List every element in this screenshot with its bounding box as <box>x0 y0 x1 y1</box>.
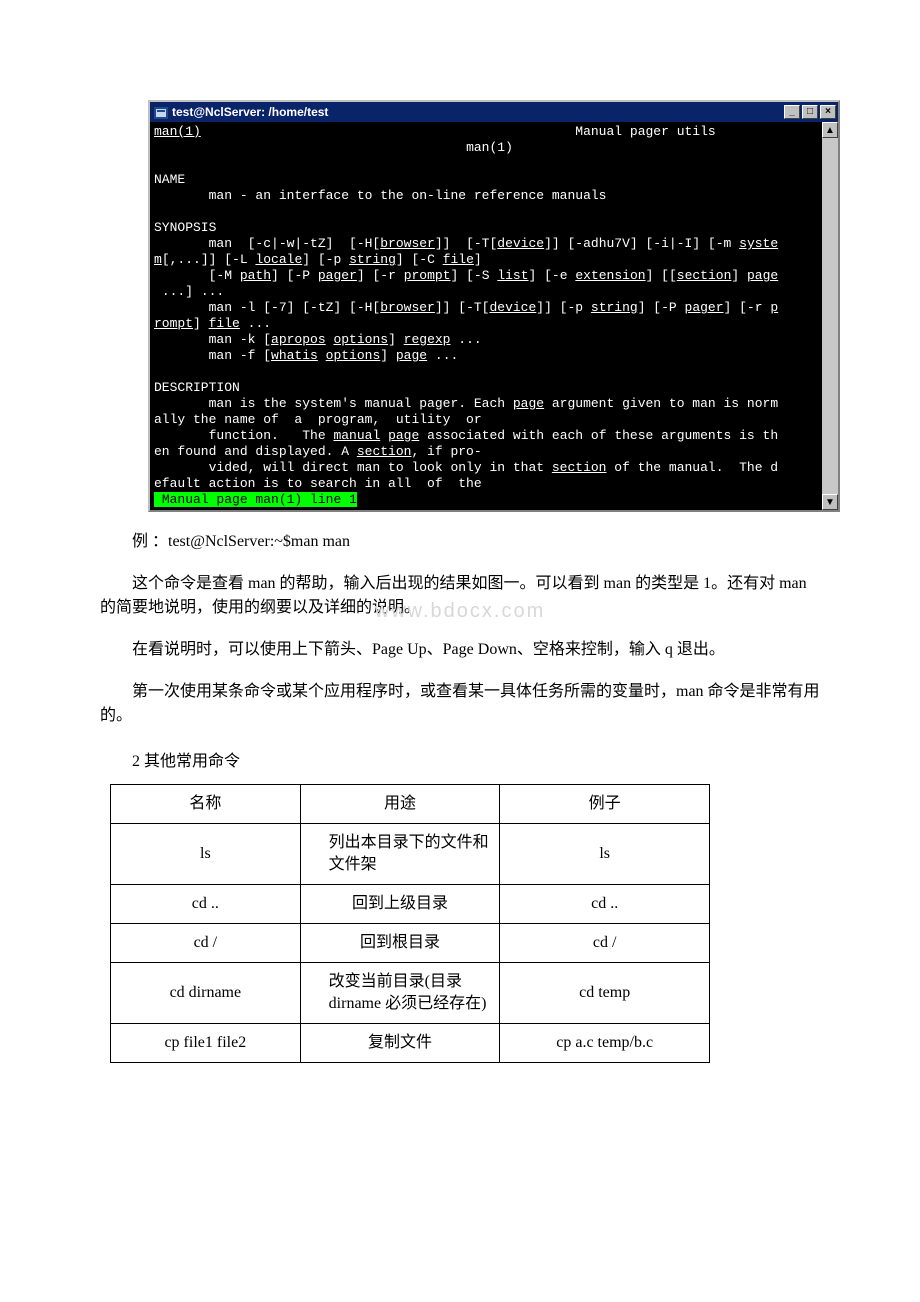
table-header-name: 名称 <box>111 785 301 824</box>
close-button[interactable]: × <box>820 105 836 119</box>
scroll-up-button[interactable]: ▲ <box>822 122 838 138</box>
pager-status: Manual page man(1) line 1 <box>154 492 357 507</box>
minimize-button[interactable]: _ <box>784 105 800 119</box>
terminal-window: test@NclServer: /home/test _ □ × man(1) … <box>148 100 840 512</box>
terminal-body: man(1) Manual pager utils man(1) NAME ma… <box>150 122 838 510</box>
man-header-center: man(1) <box>466 140 513 155</box>
cmd-desc: 复制文件 <box>300 1024 500 1063</box>
cmd-example: cd .. <box>500 885 710 924</box>
cmd-desc: 列出本目录下的文件和文件架 <box>300 824 500 885</box>
example-line: 例 ：test@NclServer:~$man man <box>100 530 820 554</box>
cmd-name: cd dirname <box>111 963 301 1024</box>
table-row: cp file1 file2 复制文件 cp a.c temp/b.c <box>111 1024 710 1063</box>
section-description: DESCRIPTION <box>154 380 240 395</box>
cmd-name: cd .. <box>111 885 301 924</box>
table-row: ls 列出本目录下的文件和文件架 ls <box>111 824 710 885</box>
window-buttons: _ □ × <box>784 105 836 119</box>
table-row: cd / 回到根目录 cd / <box>111 924 710 963</box>
name-line: man - an interface to the on-line refere… <box>209 188 607 203</box>
section-2-heading: 2 其他常用命令 <box>100 750 820 774</box>
table-row: cd dirname 改变当前目录(目录 dirname 必须已经存在) cd … <box>111 963 710 1024</box>
cmd-name: cd / <box>111 924 301 963</box>
cmd-example: cp a.c temp/b.c <box>500 1024 710 1063</box>
terminal-content: man(1) Manual pager utils man(1) NAME ma… <box>150 122 822 510</box>
terminal-titlebar: test@NclServer: /home/test _ □ × <box>150 102 838 122</box>
scroll-down-button[interactable]: ▼ <box>822 494 838 510</box>
cmd-desc: 改变当前目录(目录 dirname 必须已经存在) <box>300 963 500 1024</box>
cmd-desc: 回到根目录 <box>300 924 500 963</box>
paragraph-2: 在看说明时，可以使用上下箭头、Page Up、Page Down、空格来控制，输… <box>100 638 820 662</box>
man-header-right: Manual pager utils <box>575 124 715 139</box>
terminal-title: test@NclServer: /home/test <box>172 105 328 119</box>
maximize-button[interactable]: □ <box>802 105 818 119</box>
cmd-example: cd temp <box>500 963 710 1024</box>
section-synopsis: SYNOPSIS <box>154 220 216 235</box>
cmd-desc: 回到上级目录 <box>300 885 500 924</box>
cmd-example: cd / <box>500 924 710 963</box>
cmd-name: ls <box>111 824 301 885</box>
terminal-icon <box>154 106 168 118</box>
cmd-example: ls <box>500 824 710 885</box>
table-header-example: 例子 <box>500 785 710 824</box>
commands-table: 名称 用途 例子 ls 列出本目录下的文件和文件架 ls cd .. 回到上级目… <box>110 784 710 1063</box>
section-name: NAME <box>154 172 185 187</box>
table-header-usage: 用途 <box>300 785 500 824</box>
paragraph-3: 第一次使用某条命令或某个应用程序时，或查看某一具体任务所需的变量时，man 命令… <box>100 680 820 728</box>
man-header-left: man(1) <box>154 124 201 139</box>
table-header-row: 名称 用途 例子 <box>111 785 710 824</box>
table-row: cd .. 回到上级目录 cd .. <box>111 885 710 924</box>
cmd-name: cp file1 file2 <box>111 1024 301 1063</box>
vertical-scrollbar[interactable]: ▲ ▼ <box>822 122 838 510</box>
document-body: 例 ：test@NclServer:~$man man 这个命令是查看 man … <box>0 530 920 1063</box>
paragraph-1: 这个命令是查看 man 的帮助，输入后出现的结果如图一。可以看到 man 的类型… <box>100 572 820 620</box>
